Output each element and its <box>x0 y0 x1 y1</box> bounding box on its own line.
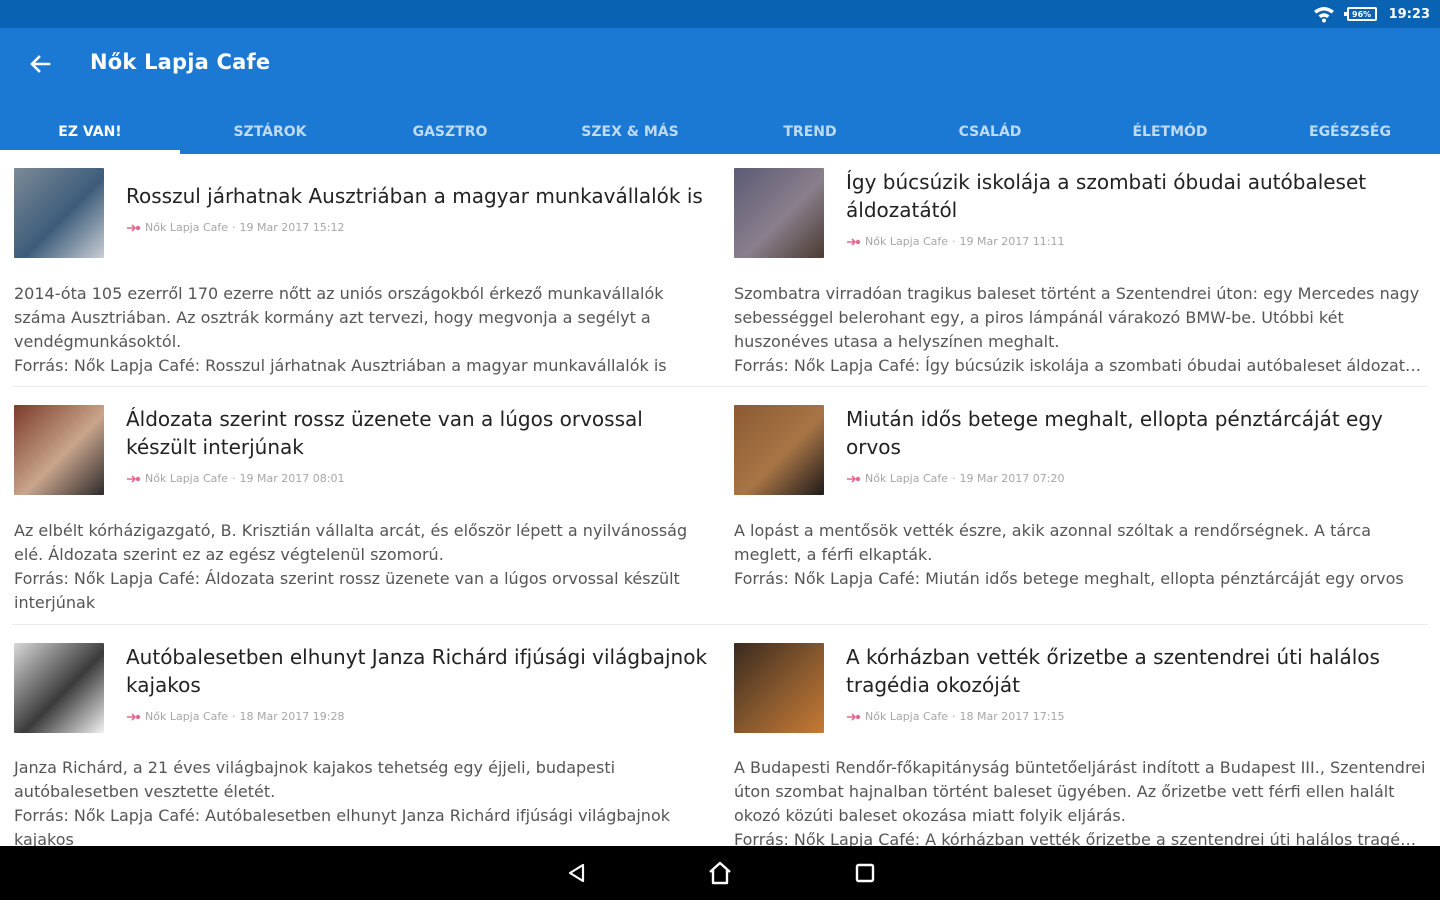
article-title: Rosszul járhatnak Ausztriában a magyar m… <box>126 184 703 208</box>
article-title: Miután idős betege meghalt, ellopta pénz… <box>846 407 1383 459</box>
arrow-back-icon <box>30 55 51 73</box>
article-source-line: Forrás: Nők Lapja Café: Rosszul járhatna… <box>14 356 667 375</box>
tab-eletmod[interactable]: ÉLETMÓD <box>1080 110 1260 154</box>
article-card[interactable]: Rosszul járhatnak Ausztriában a magyar m… <box>14 168 714 388</box>
app-bar: Nők Lapja Cafe EZ VAN! SZTÁROK GASZTRO S… <box>0 28 1440 154</box>
source-logo-icon <box>847 474 861 483</box>
back-button[interactable] <box>18 44 62 84</box>
article-title: A kórházban vették őrizetbe a szentendre… <box>846 645 1380 697</box>
article-thumbnail <box>734 643 824 733</box>
source-logo-icon <box>127 223 141 232</box>
article-source-line: Forrás: Nők Lapja Café: A kórházban vett… <box>734 830 1426 846</box>
tab-trend[interactable]: TREND <box>720 110 900 154</box>
article-meta: Nők Lapja Cafe · 19 Mar 2017 07:20 <box>846 472 1064 485</box>
article-source: Nők Lapja Cafe <box>865 710 949 723</box>
article-summary: 2014-óta 105 ezerről 170 ezerre nőtt az … <box>14 282 714 378</box>
nav-home-button[interactable] <box>700 858 740 888</box>
source-logo-icon <box>847 712 861 721</box>
article-meta: Nők Lapja Cafe · 18 Mar 2017 17:15 <box>846 710 1064 723</box>
article-thumbnail <box>14 405 104 495</box>
category-tabs: EZ VAN! SZTÁROK GASZTRO SZEX & MÁS TREND… <box>0 110 1440 154</box>
nav-recents-button[interactable] <box>845 858 885 888</box>
clock: 19:23 <box>1388 6 1430 22</box>
tab-sztarok[interactable]: SZTÁROK <box>180 110 360 154</box>
article-summary: Szombatra virradóan tragikus baleset tör… <box>734 282 1426 378</box>
tab-egeszseg[interactable]: EGÉSZSÉG <box>1260 110 1440 154</box>
article-source-line: Forrás: Nők Lapja Café: Autóbalesetben e… <box>14 806 670 846</box>
article-meta: Nők Lapja Cafe · 18 Mar 2017 19:28 <box>126 710 344 723</box>
article-summary: A Budapesti Rendőr-főkapitányság büntető… <box>734 756 1426 846</box>
article-source: Nők Lapja Cafe <box>145 472 229 485</box>
article-body: Janza Richárd, a 21 éves világbajnok kaj… <box>14 758 616 801</box>
article-meta: Nők Lapja Cafe · 19 Mar 2017 15:12 <box>126 221 344 234</box>
article-card[interactable]: Miután idős betege meghalt, ellopta pénz… <box>734 405 1434 625</box>
battery-icon: 96% <box>1343 7 1377 21</box>
article-card[interactable]: Autóbalesetben elhunyt Janza Richárd ifj… <box>14 643 714 846</box>
article-body: 2014-óta 105 ezerről 170 ezerre nőtt az … <box>14 284 664 351</box>
status-bar: 96% 19:23 <box>0 0 1440 28</box>
article-meta: Nők Lapja Cafe · 19 Mar 2017 11:11 <box>846 235 1064 248</box>
row-divider <box>12 386 1428 387</box>
nav-back-button[interactable] <box>557 858 597 888</box>
article-source-line: Forrás: Nők Lapja Café: Miután idős bete… <box>734 569 1404 588</box>
article-body: Szombatra virradóan tragikus baleset tör… <box>734 284 1420 351</box>
article-body: A Budapesti Rendőr-főkapitányság büntető… <box>734 758 1426 825</box>
row-divider <box>12 624 1428 625</box>
tab-gasztro[interactable]: GASZTRO <box>360 110 540 154</box>
article-date: 19 Mar 2017 08:01 <box>239 472 345 485</box>
article-source-line: Forrás: Nők Lapja Café: Így búcsúzik isk… <box>734 356 1426 375</box>
back-icon <box>568 863 585 883</box>
tab-ez-van[interactable]: EZ VAN! <box>0 110 180 154</box>
tab-csalad[interactable]: CSALÁD <box>900 110 1080 154</box>
article-date: 19 Mar 2017 15:12 <box>239 221 345 234</box>
article-card[interactable]: A kórházban vették őrizetbe a szentendre… <box>734 643 1434 846</box>
article-body: A lopást a mentősök vették észre, akik a… <box>734 521 1371 564</box>
article-date: 18 Mar 2017 17:15 <box>959 710 1065 723</box>
article-summary: A lopást a mentősök vették észre, akik a… <box>734 519 1426 591</box>
article-title: Így búcsúzik iskolája a szombati óbudai … <box>846 170 1367 222</box>
source-logo-icon <box>127 474 141 483</box>
source-logo-icon <box>847 237 861 246</box>
article-source-line: Forrás: Nők Lapja Café: Áldozata szerint… <box>14 569 680 612</box>
system-nav-bar <box>0 846 1440 900</box>
article-card[interactable]: Áldozata szerint rossz üzenete van a lúg… <box>14 405 714 625</box>
article-meta: Nők Lapja Cafe · 19 Mar 2017 08:01 <box>126 472 344 485</box>
article-source: Nők Lapja Cafe <box>145 710 229 723</box>
article-body: Az elbélt kórházigazgató, B. Krisztián v… <box>14 521 688 564</box>
article-thumbnail <box>14 168 104 258</box>
article-title: Autóbalesetben elhunyt Janza Richárd ifj… <box>126 645 708 697</box>
status-icons: 96% 19:23 <box>1313 4 1430 24</box>
article-title: Áldozata szerint rossz üzenete van a lúg… <box>126 407 643 459</box>
app-title: Nők Lapja Cafe <box>90 50 271 74</box>
article-thumbnail <box>734 168 824 258</box>
wifi-icon <box>1313 7 1334 23</box>
home-icon <box>709 861 731 885</box>
article-summary: Janza Richárd, a 21 éves világbajnok kaj… <box>14 756 714 846</box>
recents-icon <box>855 863 875 883</box>
article-thumbnail <box>14 643 104 733</box>
article-date: 19 Mar 2017 11:11 <box>959 235 1065 248</box>
article-thumbnail <box>734 405 824 495</box>
article-source: Nők Lapja Cafe <box>865 472 949 485</box>
tab-szex-es-mas[interactable]: SZEX & MÁS <box>540 110 720 154</box>
article-summary: Az elbélt kórházigazgató, B. Krisztián v… <box>14 519 714 615</box>
article-source: Nők Lapja Cafe <box>145 221 229 234</box>
source-logo-icon <box>127 712 141 721</box>
article-card[interactable]: Így búcsúzik iskolája a szombati óbudai … <box>734 168 1434 388</box>
article-source: Nők Lapja Cafe <box>865 235 949 248</box>
article-list: Rosszul járhatnak Ausztriában a magyar m… <box>0 154 1440 846</box>
article-date: 19 Mar 2017 07:20 <box>959 472 1065 485</box>
article-date: 18 Mar 2017 19:28 <box>239 710 345 723</box>
